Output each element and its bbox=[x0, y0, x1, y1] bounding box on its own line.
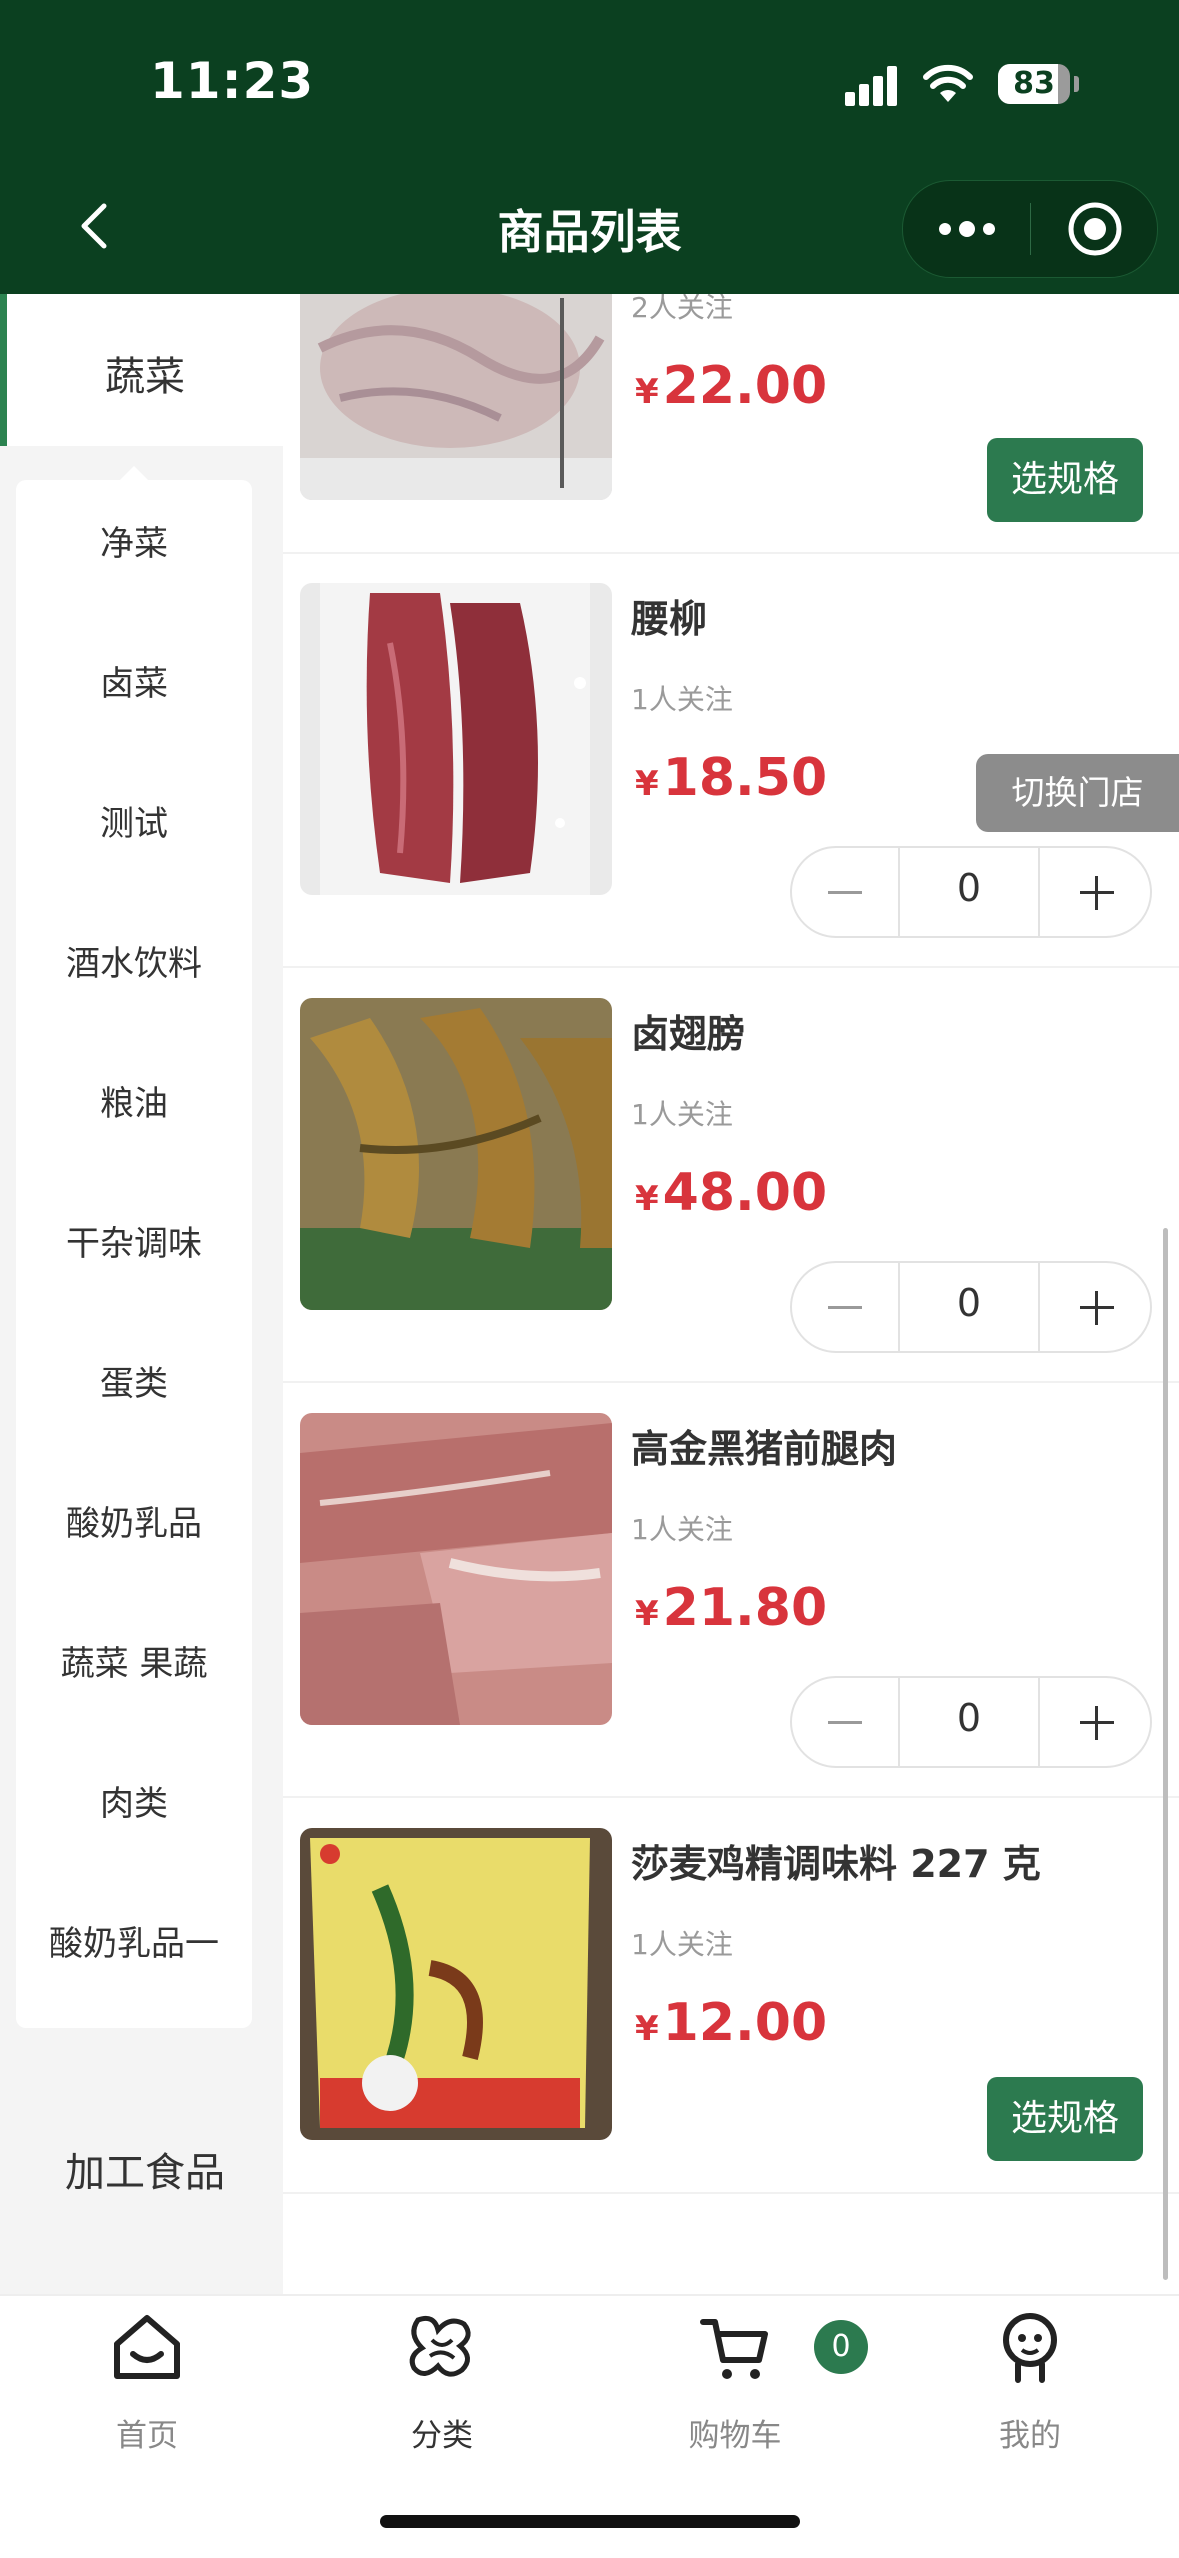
cart-icon bbox=[700, 2319, 768, 2379]
product-image[interactable] bbox=[300, 1413, 612, 1725]
currency-symbol: ¥ bbox=[635, 1594, 659, 1634]
subcategory-item[interactable]: 测试 bbox=[16, 796, 252, 845]
product-image[interactable] bbox=[300, 1828, 612, 2140]
product-price: ¥18.50 bbox=[635, 748, 827, 808]
product-image[interactable] bbox=[300, 998, 612, 1310]
cellular-signal-icon bbox=[845, 66, 903, 106]
battery-percent: 83 bbox=[1013, 66, 1055, 101]
top-header: 11:23 83 商品列表 bbox=[0, 0, 1179, 294]
cart-count-badge: 0 bbox=[814, 2320, 868, 2374]
subcategory-item[interactable]: 粮油 bbox=[16, 1076, 252, 1125]
product-follow-count: 1人关注 bbox=[631, 1098, 733, 1131]
subcategory-item[interactable]: 净菜 bbox=[16, 516, 252, 565]
product-name[interactable]: 卤翅膀 bbox=[631, 1003, 745, 1058]
tab-label: 购物车 bbox=[688, 2418, 782, 2454]
product-image[interactable] bbox=[300, 583, 612, 895]
product-price: ¥22.00 bbox=[635, 356, 827, 416]
product-price: ¥21.80 bbox=[635, 1578, 827, 1638]
status-time: 11:23 bbox=[150, 52, 315, 110]
price-value: 18.50 bbox=[662, 748, 828, 808]
price-value: 21.80 bbox=[662, 1578, 828, 1638]
product-price: ¥48.00 bbox=[635, 1163, 827, 1223]
subcategory-item[interactable]: 酸奶乳品一 bbox=[16, 1916, 252, 1965]
price-value: 22.00 bbox=[662, 356, 828, 416]
select-spec-button[interactable]: 选规格 bbox=[987, 2077, 1143, 2161]
tab-profile[interactable]: 我的 bbox=[930, 2310, 1130, 2455]
plus-icon[interactable] bbox=[1044, 1678, 1150, 1766]
category-label-active[interactable]: 蔬菜 bbox=[0, 344, 290, 402]
select-spec-button[interactable]: 选规格 bbox=[987, 438, 1143, 522]
battery-icon: 83 bbox=[998, 64, 1070, 104]
more-dots-icon[interactable] bbox=[933, 211, 1001, 247]
subcategory-item[interactable]: 卤菜 bbox=[16, 656, 252, 705]
currency-symbol: ¥ bbox=[635, 2009, 659, 2049]
product-name[interactable]: 腰柳 bbox=[631, 588, 707, 643]
plus-icon[interactable] bbox=[1044, 848, 1150, 936]
scrollbar[interactable] bbox=[1163, 1228, 1168, 2280]
subcategory-item[interactable]: 干杂调味 bbox=[16, 1216, 252, 1265]
switch-store-button[interactable]: 切换门店 bbox=[976, 754, 1179, 832]
quantity-value[interactable]: 0 bbox=[900, 1696, 1038, 1740]
subcategory-item[interactable]: 蛋类 bbox=[16, 1356, 252, 1405]
tab-label: 我的 bbox=[999, 2418, 1061, 2454]
category-item[interactable]: 加工食品 bbox=[0, 2140, 290, 2198]
price-value: 12.00 bbox=[662, 1993, 828, 2053]
product-follow-count: 1人关注 bbox=[631, 683, 733, 716]
tab-home[interactable]: 首页 bbox=[47, 2310, 247, 2455]
minus-icon[interactable] bbox=[792, 1678, 898, 1766]
tab-cart[interactable]: 购物车 bbox=[635, 2310, 835, 2455]
minus-icon[interactable] bbox=[792, 848, 898, 936]
tab-label: 首页 bbox=[116, 2418, 178, 2454]
minus-icon[interactable] bbox=[792, 1263, 898, 1351]
quantity-value[interactable]: 0 bbox=[900, 866, 1038, 910]
subcategory-item[interactable]: 蔬菜 果蔬 bbox=[16, 1636, 252, 1685]
quantity-stepper: 0 bbox=[790, 1676, 1152, 1768]
currency-symbol: ¥ bbox=[635, 764, 659, 804]
tab-category[interactable]: 分类 bbox=[342, 2310, 542, 2455]
product-follow-count: 1人关注 bbox=[631, 1513, 733, 1546]
profile-icon bbox=[1003, 2313, 1057, 2383]
subcategory-item[interactable]: 酒水饮料 bbox=[16, 936, 252, 985]
home-icon bbox=[114, 2315, 180, 2379]
price-value: 48.00 bbox=[662, 1163, 828, 1223]
category-icon bbox=[409, 2315, 471, 2377]
quantity-value[interactable]: 0 bbox=[900, 1281, 1038, 1325]
subcategory-panel: 净菜 卤菜 测试 酒水饮料 粮油 干杂调味 蛋类 酸奶乳品 蔬菜 果蔬 肉类 酸… bbox=[16, 480, 252, 2028]
close-target-icon[interactable] bbox=[1063, 197, 1127, 261]
subcategory-item[interactable]: 酸奶乳品 bbox=[16, 1496, 252, 1545]
tab-label: 分类 bbox=[411, 2418, 473, 2454]
product-name[interactable]: 高金黑猪前腿肉 bbox=[631, 1418, 897, 1473]
product-price: ¥12.00 bbox=[635, 1993, 827, 2053]
product-follow-count: 1人关注 bbox=[631, 1928, 733, 1961]
wifi-icon bbox=[923, 64, 973, 102]
product-name[interactable]: 莎麦鸡精调味料 227 克 bbox=[631, 1833, 1041, 1888]
miniprogram-capsule bbox=[902, 180, 1158, 278]
quantity-stepper: 0 bbox=[790, 846, 1152, 938]
plus-icon[interactable] bbox=[1044, 1263, 1150, 1351]
subcategory-item[interactable]: 肉类 bbox=[16, 1776, 252, 1825]
currency-symbol: ¥ bbox=[635, 372, 659, 412]
currency-symbol: ¥ bbox=[635, 1179, 659, 1219]
quantity-stepper: 0 bbox=[790, 1261, 1152, 1353]
home-indicator bbox=[380, 2515, 800, 2528]
